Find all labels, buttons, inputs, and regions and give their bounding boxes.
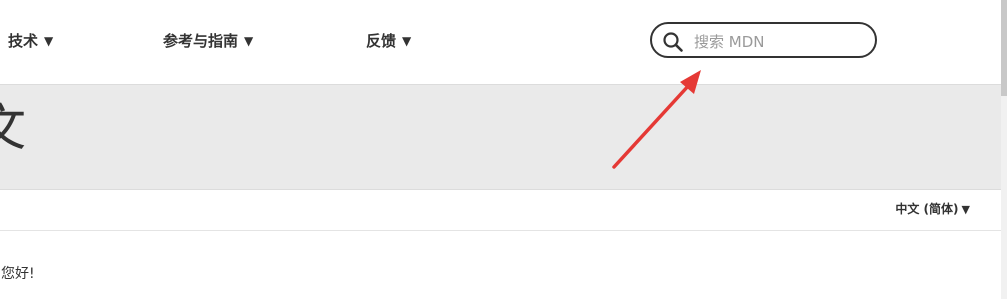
- nav-item-references-guides[interactable]: 参考与指南 ▼: [163, 30, 253, 51]
- language-label: 中文 (简体): [895, 202, 959, 216]
- caret-down-icon: ▼: [44, 34, 54, 48]
- caret-down-icon: ▼: [402, 34, 412, 48]
- hero-banner: 文: [0, 84, 1001, 190]
- nav-item-label: 反馈: [366, 32, 397, 50]
- scrollbar-thumb[interactable]: [1001, 0, 1007, 96]
- caret-down-icon: ▼: [244, 34, 254, 48]
- mdn-page: 技术▼ 参考与指南▼ 反馈▼ 文 中文 (简体)▼ 您好!: [0, 0, 1007, 299]
- nav-item-feedback[interactable]: 反馈 ▼: [366, 30, 411, 51]
- language-bar: 中文 (简体) ▼: [0, 190, 1001, 231]
- nav-item-label: 参考与指南: [163, 32, 239, 50]
- top-navigation: 技术 ▼ 参考与指南 ▼ 反馈 ▼: [0, 0, 1001, 84]
- search-icon[interactable]: [662, 31, 684, 53]
- search-box[interactable]: [650, 22, 877, 58]
- caret-down-icon: ▼: [961, 203, 970, 216]
- page-title: 文: [0, 103, 26, 153]
- greeting-text: 您好!: [1, 266, 35, 282]
- language-selector[interactable]: 中文 (简体) ▼: [895, 200, 970, 217]
- nav-item-label: 技术: [8, 32, 39, 50]
- vertical-scrollbar[interactable]: [1001, 0, 1007, 299]
- nav-item-technologies[interactable]: 技术 ▼: [8, 30, 53, 51]
- search-input[interactable]: [692, 28, 871, 56]
